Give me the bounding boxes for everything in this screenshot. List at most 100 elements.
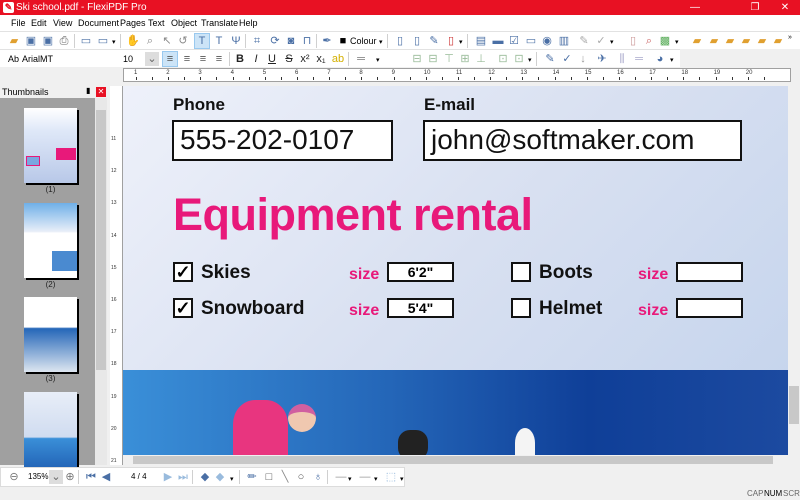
distribute-icon[interactable]: ⊟ (426, 52, 440, 66)
align-bottom-icon[interactable]: ⊥ (474, 52, 488, 66)
skies-checkbox[interactable]: ✓ (173, 262, 193, 282)
add-text-icon[interactable]: T (212, 34, 226, 48)
pin-icon[interactable]: ▮ (86, 86, 90, 95)
menu-translate[interactable]: Translate (201, 15, 238, 31)
align-left-icon[interactable]: ≡ (162, 51, 178, 67)
replace-icon[interactable]: ▰ (755, 34, 769, 48)
hand-tool-icon[interactable]: ✋ (126, 34, 140, 48)
dash-style-icon[interactable]: — (358, 470, 372, 484)
colour-button[interactable]: Colour (350, 36, 377, 46)
text-field-icon[interactable]: ▤ (474, 34, 488, 48)
boots-checkbox[interactable] (511, 262, 531, 282)
align-center-icon[interactable]: ≡ (180, 52, 194, 66)
checkbox-field-icon[interactable]: ☑ (507, 34, 521, 48)
horizontal-scrollbar[interactable] (123, 455, 788, 465)
save-icon[interactable]: ▣ (24, 34, 38, 48)
strikethrough-icon[interactable]: S (282, 52, 296, 66)
skies-size-field[interactable]: 6'2" (387, 262, 454, 282)
open-icon[interactable]: ▰ (7, 34, 21, 48)
flip-icon[interactable]: ✈ (595, 52, 609, 66)
pen-icon[interactable]: ♁ (311, 470, 325, 484)
more-icon[interactable]: » (788, 34, 792, 41)
pencil-icon[interactable]: ✏ (245, 470, 259, 484)
menu-pages[interactable]: Pages (120, 15, 146, 31)
stamp-icon[interactable]: ▰ (739, 34, 753, 48)
text-tool-icon[interactable]: Ψ (229, 34, 243, 48)
ellipse-icon[interactable]: ○ (294, 470, 308, 484)
menu-object[interactable]: Object (171, 15, 197, 31)
maximize-button[interactable]: ❐ (740, 0, 770, 15)
last-page-icon[interactable]: ⏭ (176, 470, 190, 484)
selection-icon[interactable]: ⬚ (384, 470, 398, 484)
link-icon[interactable]: ⊓ (300, 34, 314, 48)
rotate-image-icon[interactable]: ⟳ (268, 34, 282, 48)
form-edit-icon[interactable]: ✎ (577, 34, 591, 48)
align-right-icon[interactable]: ≡ (196, 52, 210, 66)
menu-text[interactable]: Text (148, 15, 165, 31)
view-mode-icon[interactable]: ▭ (79, 34, 93, 48)
print-icon[interactable]: ⎙ (57, 34, 71, 48)
highlight-icon[interactable]: ab (331, 52, 345, 66)
thumbnail-page-3[interactable] (24, 297, 77, 372)
callout-icon[interactable]: ▰ (723, 34, 737, 48)
join-icon[interactable]: ═ (632, 52, 646, 66)
menu-view[interactable]: View (53, 15, 72, 31)
boots-size-field[interactable] (676, 262, 743, 282)
rectangle-icon[interactable]: □ (262, 470, 276, 484)
form-check-icon[interactable]: ✓ (594, 34, 608, 48)
next-page-icon[interactable]: ▶ (161, 470, 175, 484)
close-thumbnails-button[interactable]: ✕ (96, 87, 106, 97)
edit-page-icon[interactable]: ✎ (427, 34, 441, 48)
align-top-icon[interactable]: ⊤ (442, 52, 456, 66)
font-size-dropdown-icon[interactable]: ⌄ (145, 52, 159, 66)
line-icon[interactable]: ╲ (278, 470, 292, 484)
comment-icon[interactable]: ▰ (707, 34, 721, 48)
redact-icon[interactable]: ▯ (626, 34, 640, 48)
thumbnail-page-4[interactable] (24, 392, 77, 467)
insert-page-icon[interactable]: ▯ (410, 34, 424, 48)
colour-swatch-icon[interactable]: ■ (336, 34, 350, 48)
close-button[interactable]: ✕ (770, 0, 800, 15)
snapshot-icon[interactable]: ◙ (284, 34, 298, 48)
align-middle-icon[interactable]: ⊞ (458, 52, 472, 66)
layout-dropdown-icon[interactable]: ▾ (112, 38, 116, 46)
import-icon[interactable]: ↓ (576, 52, 590, 66)
radio-field-icon[interactable]: ◉ (540, 34, 554, 48)
line-style-icon[interactable]: ═ (354, 52, 368, 66)
strikeout-icon[interactable]: ▰ (771, 34, 785, 48)
select-tool-icon[interactable]: ↖ (160, 34, 174, 48)
snowboard-size-field[interactable]: 5'4" (387, 298, 454, 318)
layout-icon[interactable]: ▭ (96, 34, 110, 48)
rotate-icon[interactable]: ↺ (176, 34, 190, 48)
combo-field-icon[interactable]: ▭ (524, 34, 538, 48)
page-indicator[interactable]: 4 / 4 (131, 472, 147, 481)
zoom-level[interactable]: 135% (28, 472, 48, 481)
phone-field[interactable]: 555-202-0107 (172, 120, 393, 161)
zoom-tool-icon[interactable]: ⌕ (143, 34, 157, 48)
vertical-scrollbar[interactable] (788, 86, 800, 455)
helmet-checkbox[interactable] (511, 298, 531, 318)
menu-document[interactable]: Document (78, 15, 119, 31)
ungroup-icon[interactable]: ⊡ (512, 52, 526, 66)
note-icon[interactable]: ▰ (690, 34, 704, 48)
justify-icon[interactable]: ≡ (212, 52, 226, 66)
bold-icon[interactable]: B (233, 52, 247, 66)
helmet-size-field[interactable] (676, 298, 743, 318)
page-icon[interactable]: ▯ (393, 34, 407, 48)
zoom-dropdown-icon[interactable]: ⌄ (49, 470, 63, 484)
font-name-select[interactable]: ArialMT (22, 54, 53, 64)
underline-icon[interactable]: U (265, 52, 279, 66)
font-size-select[interactable]: 10 (123, 54, 133, 64)
previous-page-icon[interactable]: ◀ (99, 470, 113, 484)
line-width-icon[interactable]: — (334, 470, 348, 484)
globe-icon[interactable]: ◕ (653, 52, 667, 66)
email-field[interactable]: john@softmaker.com (423, 120, 742, 161)
group-icon[interactable]: ⊡ (496, 52, 510, 66)
crop-icon[interactable]: ⌗ (250, 34, 264, 48)
delete-page-icon[interactable]: ▯ (444, 34, 458, 48)
first-page-icon[interactable]: ⏮ (84, 470, 98, 484)
align-objects-icon[interactable]: ⊟ (410, 52, 424, 66)
button-field-icon[interactable]: ▬ (491, 34, 505, 48)
colour-dropdown-icon[interactable]: ▾ (379, 38, 383, 46)
forward-icon[interactable]: ◆ (213, 470, 227, 484)
